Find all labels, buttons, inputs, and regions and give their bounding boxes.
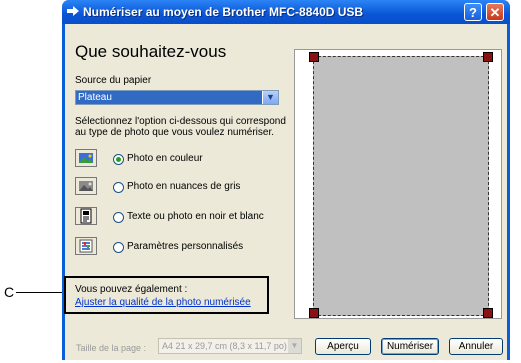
scan-preview-area[interactable] [294, 49, 502, 319]
window-title: Numériser au moyen de Brother MFC-8840D … [83, 5, 364, 19]
page-size-select[interactable]: A4 21 x 29,7 cm (8,3 x 11,7 po) ▼ [158, 338, 302, 354]
preview-button[interactable]: Aperçu [315, 338, 371, 355]
scanner-arrow-icon [67, 6, 79, 16]
grayscale-photo-radio[interactable] [113, 182, 124, 193]
scan-button[interactable]: Numériser [381, 338, 439, 355]
color-photo-radio[interactable] [113, 154, 124, 165]
paper-source-select[interactable]: Plateau ▼ [75, 90, 279, 105]
black-white-text-radio[interactable] [113, 212, 124, 223]
grayscale-photo-icon[interactable] [75, 177, 97, 195]
chevron-down-icon[interactable]: ▼ [263, 91, 278, 104]
black-white-text-icon[interactable] [75, 207, 97, 225]
paper-source-label: Source du papier [75, 75, 152, 86]
resize-handle-bottom-right[interactable] [483, 308, 493, 318]
title-bar[interactable]: Numériser au moyen de Brother MFC-8840D … [62, 0, 510, 24]
paper-source-value: Plateau [76, 91, 262, 104]
custom-settings-icon[interactable] [75, 237, 97, 255]
chevron-down-icon[interactable]: ▼ [288, 339, 301, 353]
page-size-value: A4 21 x 29,7 cm (8,3 x 11,7 po) [162, 341, 287, 351]
color-photo-icon[interactable] [75, 149, 97, 167]
grayscale-photo-label: Photo en nuances de gris [127, 181, 241, 192]
resize-handle-top-left[interactable] [309, 52, 319, 62]
scan-type-description: Sélectionnez l'option ci-dessous qui cor… [75, 116, 286, 138]
resize-handle-top-right[interactable] [483, 52, 493, 62]
custom-settings-radio[interactable] [113, 242, 124, 253]
custom-settings-label: Paramètres personnalisés [127, 241, 244, 252]
cancel-button[interactable]: Annuler [449, 338, 503, 355]
scan-region[interactable] [313, 56, 489, 316]
color-photo-label: Photo en couleur [127, 153, 203, 164]
close-button[interactable]: ✕ [486, 3, 504, 21]
black-white-text-label: Texte ou photo en noir et blanc [127, 211, 264, 222]
callout-highlight-box [64, 276, 269, 314]
resize-handle-bottom-left[interactable] [309, 308, 319, 318]
callout-label-c: C [4, 284, 15, 300]
help-button[interactable]: ? [464, 3, 482, 21]
callout-line [16, 292, 66, 293]
page-title: Que souhaitez-vous [75, 42, 227, 61]
page-size-label: Taille de la page : [76, 343, 147, 353]
